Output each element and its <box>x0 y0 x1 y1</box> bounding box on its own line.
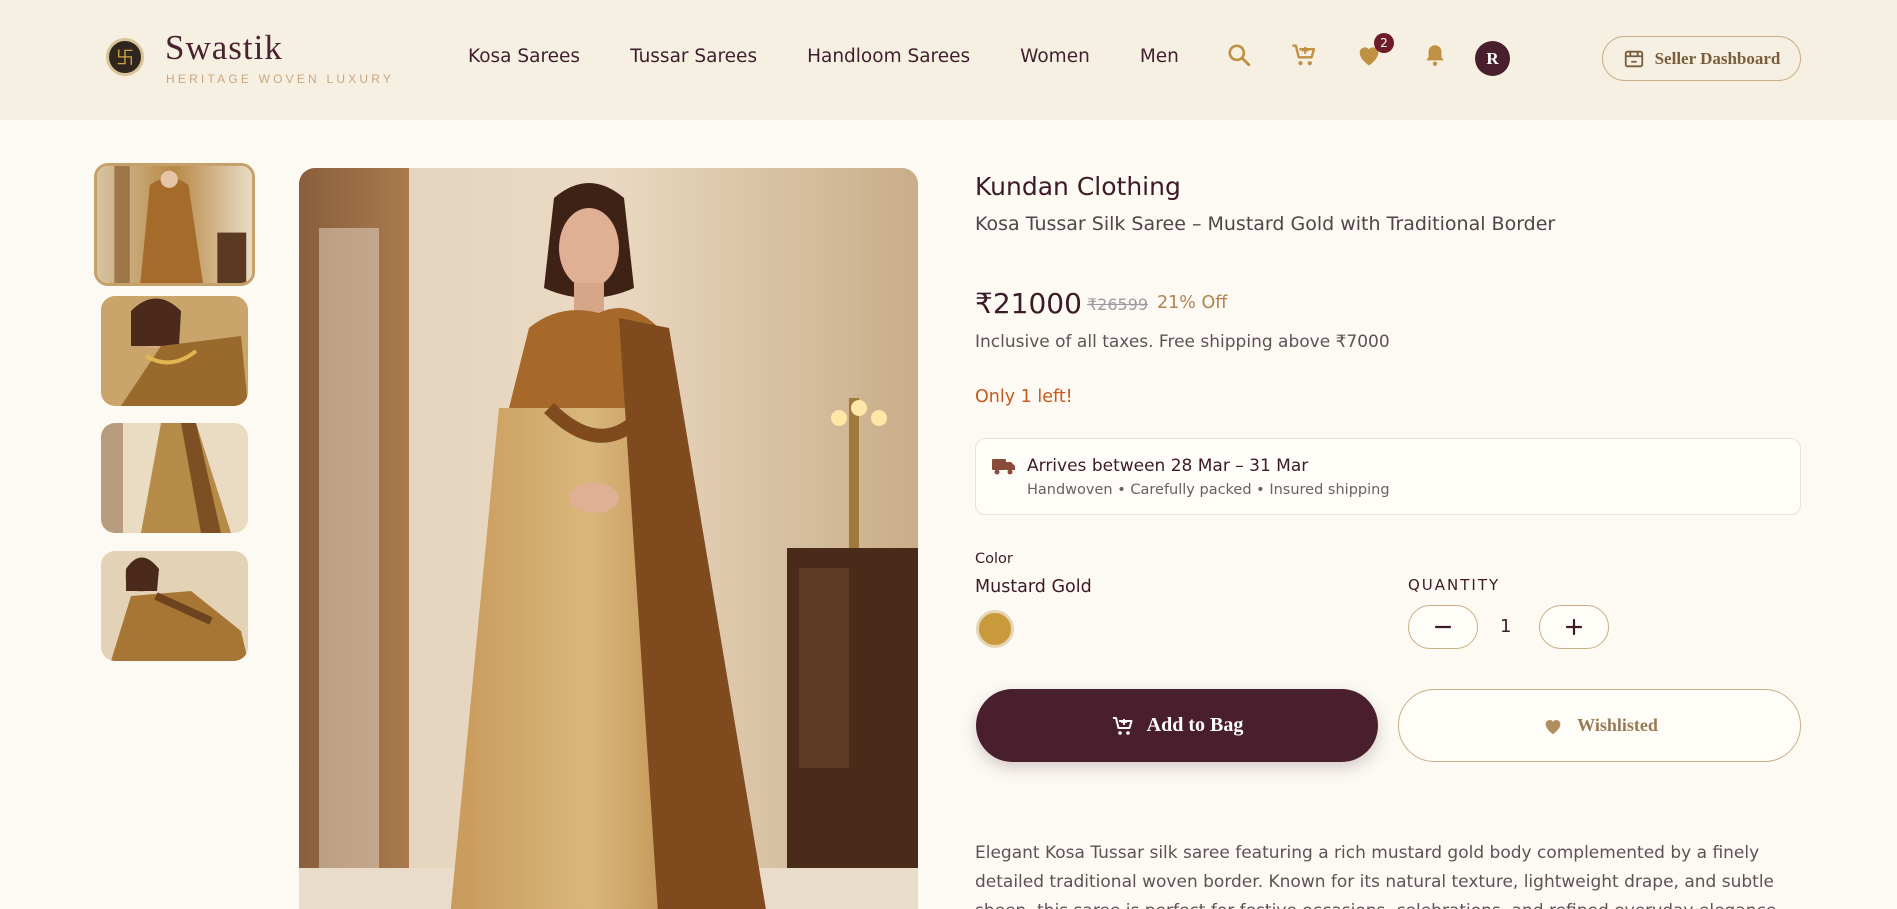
nav-item-men[interactable]: Men <box>1140 46 1179 67</box>
search-icon[interactable] <box>1224 40 1254 70</box>
bell-icon[interactable] <box>1420 40 1450 70</box>
wishlist-count-badge: 2 <box>1374 33 1394 53</box>
thumbnail-2[interactable] <box>101 296 248 406</box>
tax-note: Inclusive of all taxes. Free shipping ab… <box>975 332 1390 352</box>
nav-item-tussar-sarees[interactable]: Tussar Sarees <box>630 46 757 67</box>
nav-item-handloom-sarees[interactable]: Handloom Sarees <box>807 46 970 67</box>
product-name: Kosa Tussar Silk Saree – Mustard Gold wi… <box>975 213 1556 235</box>
delivery-title: Arrives between 28 Mar – 31 Mar <box>1027 456 1309 476</box>
product-description: Elegant Kosa Tussar silk saree featuring… <box>975 843 1782 909</box>
wishlist-label: Wishlisted <box>1577 715 1658 735</box>
minus-icon <box>1434 625 1452 629</box>
brand-name[interactable]: Swastik <box>165 28 283 68</box>
thumbnail-1[interactable] <box>94 163 255 286</box>
stock-status: Only 1 left! <box>975 387 1073 407</box>
quantity-value: 1 <box>1500 616 1512 637</box>
seller-dashboard-button[interactable]: Seller Dashboard <box>1602 36 1801 81</box>
color-label: Color <box>975 551 1013 567</box>
delivery-info-card: Arrives between 28 Mar – 31 Mar Handwove… <box>975 438 1801 515</box>
heart-icon <box>1545 719 1561 734</box>
thumbnail-4[interactable] <box>101 551 248 661</box>
nav-item-kosa-sarees[interactable]: Kosa Sarees <box>468 46 580 67</box>
brand-tagline: HERITAGE WOVEN LUXURY <box>166 72 395 86</box>
plus-icon <box>1565 618 1583 636</box>
add-to-bag-button[interactable]: Add to Bag <box>976 689 1378 762</box>
color-swatch-mustard-gold[interactable] <box>976 610 1014 648</box>
delivery-subtitle: Handwoven • Carefully packed • Insured s… <box>1027 482 1390 498</box>
quantity-label: QUANTITY <box>1408 576 1501 594</box>
nav-item-women[interactable]: Women <box>1020 46 1090 67</box>
site-header: 卐 Swastik HERITAGE WOVEN LUXURY Kosa Sar… <box>0 0 1897 120</box>
wishlist-button[interactable]: Wishlisted <box>1398 689 1801 762</box>
product-mrp: ₹26599 <box>1087 295 1149 314</box>
logo-icon[interactable]: 卐 <box>106 38 144 76</box>
add-to-bag-label: Add to Bag <box>1146 714 1244 736</box>
quantity-increase-button[interactable] <box>1539 605 1609 649</box>
product-main-image[interactable] <box>299 168 918 909</box>
store-icon <box>1624 50 1643 67</box>
seller-dashboard-label: Seller Dashboard <box>1654 48 1781 68</box>
product-price: ₹21000 <box>975 287 1082 320</box>
selected-color-name: Mustard Gold <box>975 577 1092 597</box>
cart-icon[interactable] <box>1289 40 1319 70</box>
product-brand[interactable]: Kundan Clothing <box>975 172 1181 201</box>
quantity-decrease-button[interactable] <box>1408 605 1478 649</box>
cart-plus-icon <box>1112 716 1133 735</box>
avatar[interactable]: R <box>1475 41 1510 76</box>
truck-icon <box>992 456 1016 481</box>
logo-glyph: 卐 <box>116 48 134 69</box>
main-nav: Kosa Sarees Tussar Sarees Handloom Saree… <box>468 46 1179 67</box>
thumbnail-3[interactable] <box>101 423 248 533</box>
discount-label: 21% Off <box>1157 293 1228 313</box>
